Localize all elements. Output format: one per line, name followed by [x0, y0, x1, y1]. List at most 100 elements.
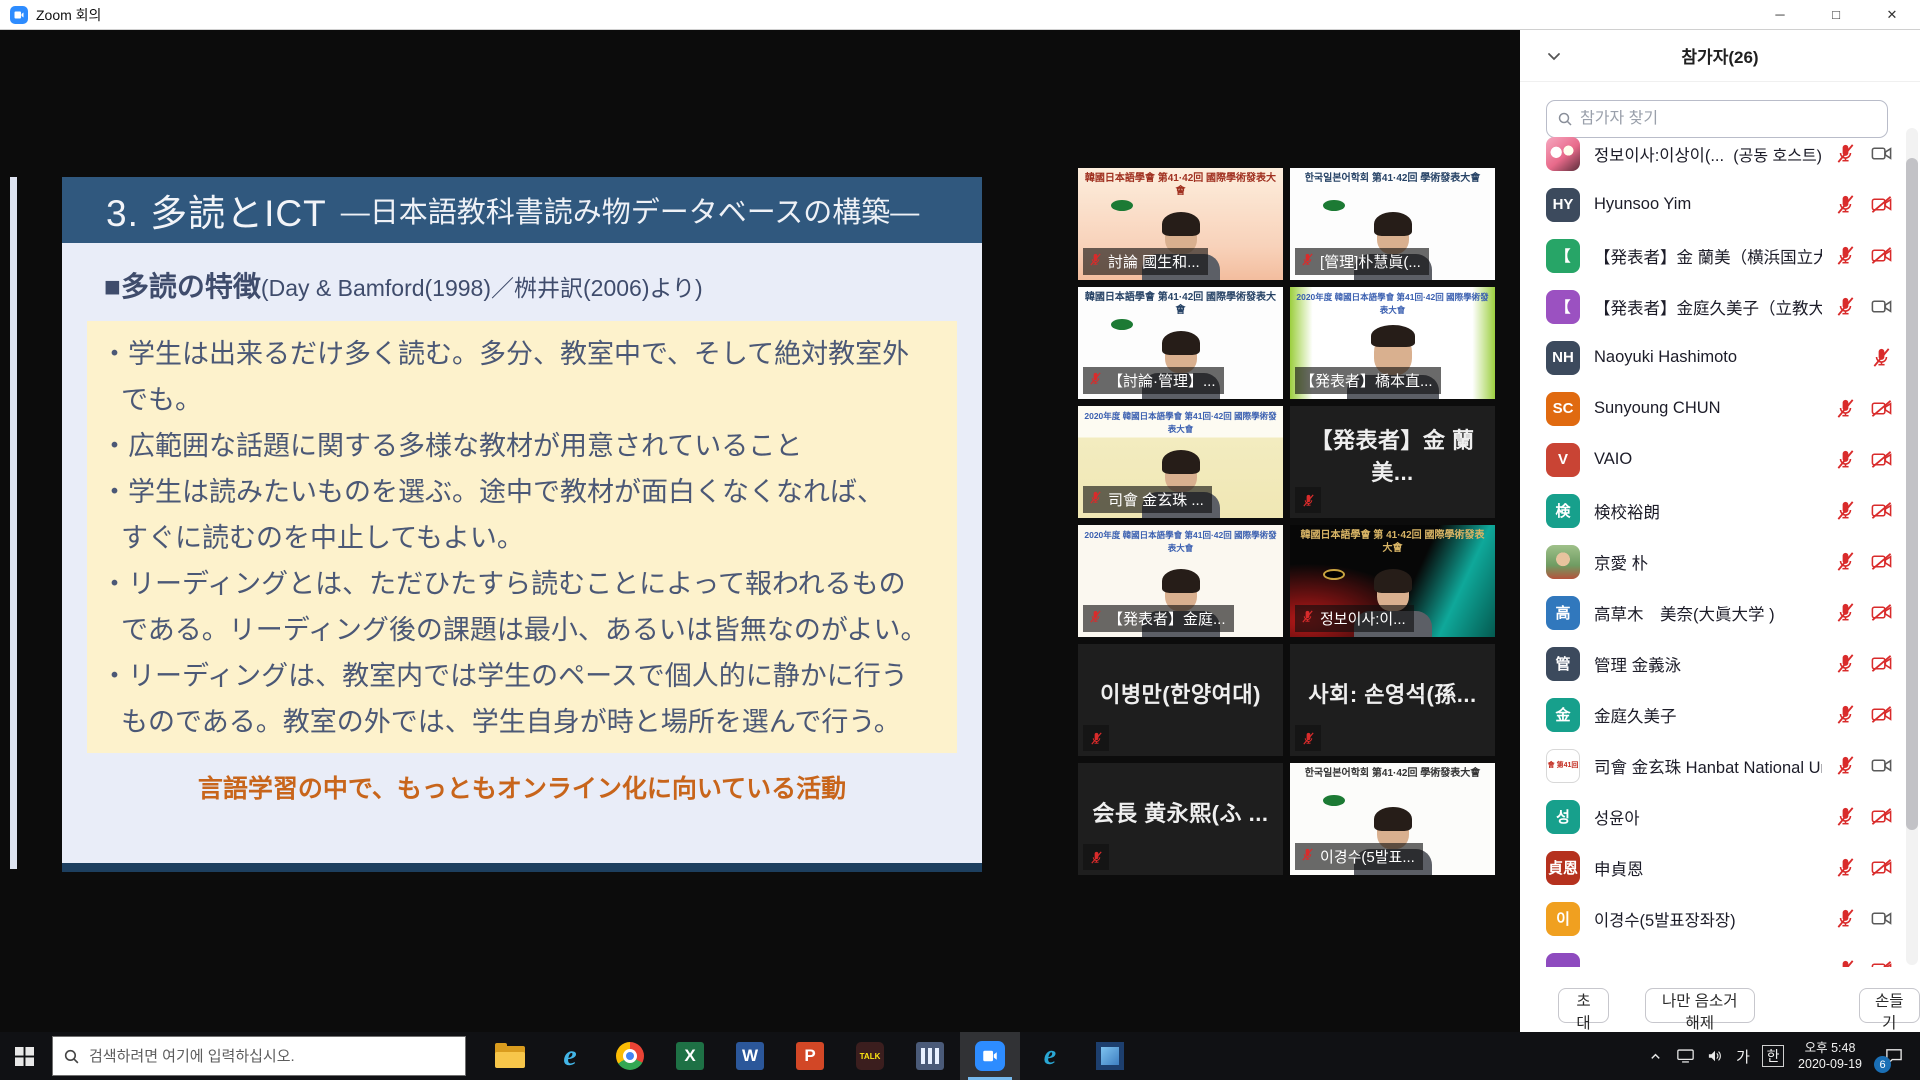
mic-muted-icon — [1834, 805, 1858, 829]
taskbar-search-input[interactable] — [89, 1048, 455, 1065]
video-tile[interactable]: 2020年度 韓國日本語學會 第41回·42回 國際學術發表大會司會 金玄珠 .… — [1078, 406, 1283, 518]
participant-row[interactable]: 【【発表者】金 蘭美（横浜国立大学... — [1520, 230, 1908, 281]
tile-participant-name: 【発表者】金 蘭美... — [1290, 423, 1495, 487]
participant-row[interactable]: HYHyunsoo Yim — [1520, 179, 1908, 230]
ime-ga-indicator[interactable]: 가 — [1730, 1046, 1756, 1067]
camera-on-icon — [1870, 142, 1894, 166]
participant-row[interactable]: 이이경수(5발표장좌장) — [1520, 893, 1908, 944]
tile-name-label: 【発表者】金庭... — [1083, 605, 1234, 632]
mic-muted-icon — [1834, 754, 1857, 777]
mic-muted-icon — [1834, 193, 1857, 216]
video-tile-active-speaker[interactable]: 2020年度 韓國日本語學會 第41回·42回 國際學術發表大會【発表者】橋本直… — [1290, 287, 1495, 399]
participant-row[interactable]: 會 第41回司會 金玄珠 Hanbat National Univ. — [1520, 740, 1908, 791]
mic-muted-icon — [1834, 601, 1858, 625]
participant-row[interactable]: NHNaoyuki Hashimoto — [1520, 332, 1908, 383]
tile-participant-name: 이경수(5발표... — [1320, 846, 1415, 867]
participant-row[interactable]: 管管理 金義泳 — [1520, 638, 1908, 689]
participant-row[interactable]: SCSunyoung CHUN — [1520, 383, 1908, 434]
maximize-button[interactable]: □ — [1808, 0, 1864, 30]
camera-off-icon — [1870, 499, 1894, 523]
video-tile[interactable]: 韓國日本語學會 第41·42回 國際學術發表大會【討論·管理】... — [1078, 287, 1283, 399]
tile-mic-status — [1295, 487, 1321, 513]
mic-muted-icon — [1300, 847, 1315, 862]
tile-participant-name: 【討論·管理】... — [1108, 370, 1216, 391]
mic-muted-icon — [1834, 142, 1857, 165]
participant-name: Hyunsoo Yim — [1594, 195, 1691, 214]
participant-row[interactable]: 貞恩申貞恩 — [1520, 842, 1908, 893]
file-explorer-icon[interactable] — [480, 1032, 540, 1080]
participant-search-input[interactable] — [1580, 110, 1877, 128]
video-tile[interactable]: 【発表者】金 蘭美... — [1290, 406, 1495, 518]
tile-slide-title: 2020年度 韓國日本語學會 第41回·42回 國際學術發表大會 — [1084, 529, 1277, 555]
participant-row[interactable]: 【【発表者】金庭久美子（立教大学... — [1520, 281, 1908, 332]
ime-han-indicator[interactable]: 한 — [1762, 1045, 1784, 1067]
camera-on-icon — [1870, 295, 1894, 319]
bullet-line: でも。 — [101, 377, 939, 423]
video-tile[interactable]: 한국일본어학회 第41·42回 學術發表大會이경수(5발표... — [1290, 763, 1495, 875]
hidden-icons-chevron-icon[interactable] — [1640, 1032, 1670, 1080]
participants-scrollbar-thumb[interactable] — [1906, 158, 1918, 830]
minimize-button[interactable]: ─ — [1752, 0, 1808, 30]
participant-role: (공동 호스트) — [1733, 142, 1822, 166]
mic-muted-icon — [1834, 397, 1857, 420]
video-tile[interactable]: 韓國日本語學會 第41·42回 國際學術發表大會討論 國生和... — [1078, 168, 1283, 280]
camera-on-icon — [1870, 142, 1893, 165]
close-button[interactable]: ✕ — [1864, 0, 1920, 30]
library-icon[interactable] — [900, 1032, 960, 1080]
avatar — [1546, 953, 1580, 968]
participant-name: 【発表者】金 蘭美（横浜国立大学... — [1594, 244, 1822, 268]
camera-off-icon — [1870, 397, 1894, 421]
participant-row[interactable]: 検検校裕朗 — [1520, 485, 1908, 536]
raise-hand-button[interactable]: 손들기 — [1859, 988, 1920, 1023]
chevron-down-icon[interactable] — [1546, 48, 1562, 64]
mic-muted-icon — [1870, 346, 1893, 369]
participant-row[interactable] — [1520, 944, 1908, 967]
volume-tray-icon[interactable] — [1700, 1032, 1730, 1080]
word-icon[interactable]: W — [720, 1032, 780, 1080]
photos-icon[interactable] — [1080, 1032, 1140, 1080]
camera-off-icon — [1870, 550, 1894, 574]
unmute-me-button[interactable]: 나만 음소거 해제 — [1645, 988, 1755, 1023]
video-tile[interactable]: 한국일본어학회 第41·42回 學術發表大會[管理]朴慧眞(... — [1290, 168, 1495, 280]
camera-on-icon — [1870, 754, 1893, 777]
camera-off-icon — [1870, 856, 1893, 879]
video-tile[interactable]: 韓國日本語學會 第 41·42回 國際學術發表大會정보이사:이... — [1290, 525, 1495, 637]
internet-explorer-icon[interactable]: e — [540, 1032, 600, 1080]
powerpoint-icon[interactable]: P — [780, 1032, 840, 1080]
mic-muted-icon — [1301, 493, 1316, 508]
camera-on-icon — [1870, 295, 1893, 318]
taskbar-clock[interactable]: 오후 5:48 2020-09-19 — [1798, 1040, 1862, 1072]
camera-off-icon — [1870, 805, 1894, 829]
camera-on-icon — [1870, 907, 1894, 931]
chrome-icon[interactable] — [600, 1032, 660, 1080]
conference-logo-icon — [1323, 569, 1345, 580]
camera-on-icon — [1870, 907, 1893, 930]
display-tray-icon[interactable] — [1670, 1032, 1700, 1080]
participant-name: 申貞恩 — [1594, 856, 1644, 880]
zoom-icon[interactable] — [960, 1032, 1020, 1080]
start-button[interactable] — [0, 1032, 48, 1080]
mic-muted-icon — [1834, 856, 1857, 879]
action-center-icon[interactable]: 6 — [1874, 1032, 1914, 1080]
avatar: V — [1546, 443, 1580, 477]
edge-icon[interactable]: e — [1020, 1032, 1080, 1080]
window-controls: ─ □ ✕ — [1752, 0, 1920, 30]
excel-icon[interactable]: X — [660, 1032, 720, 1080]
kakaotalk-icon[interactable]: TALK — [840, 1032, 900, 1080]
video-tile[interactable]: 사회: 손영석(孫... — [1290, 644, 1495, 756]
bullet-line: ・学生は出来るだけ多く読む。多分、教室中で、そして絶対教室外 — [101, 331, 939, 377]
mic-muted-icon — [1089, 731, 1104, 746]
participant-row[interactable]: 京愛 朴 — [1520, 536, 1908, 587]
participant-row[interactable]: VVAIO — [1520, 434, 1908, 485]
mic-muted-icon — [1834, 244, 1858, 268]
invite-button[interactable]: 초대 — [1558, 988, 1609, 1023]
video-tile[interactable]: 会長 黄永熙(ふ ... — [1078, 763, 1283, 875]
taskbar-search[interactable] — [52, 1036, 466, 1076]
video-tile[interactable]: 이병만(한양여대) — [1078, 644, 1283, 756]
participant-row[interactable]: 高高草木 美奈(大眞大学 ) — [1520, 587, 1908, 638]
participant-row[interactable]: 성성윤아 — [1520, 791, 1908, 842]
video-tile[interactable]: 2020年度 韓國日本語學會 第41回·42回 國際學術發表大會【発表者】金庭.… — [1078, 525, 1283, 637]
participant-row[interactable]: 정보이사:이상이(...(공동 호스트) — [1520, 128, 1908, 179]
mic-muted-icon — [1088, 252, 1103, 267]
participant-row[interactable]: 金金庭久美子 — [1520, 689, 1908, 740]
